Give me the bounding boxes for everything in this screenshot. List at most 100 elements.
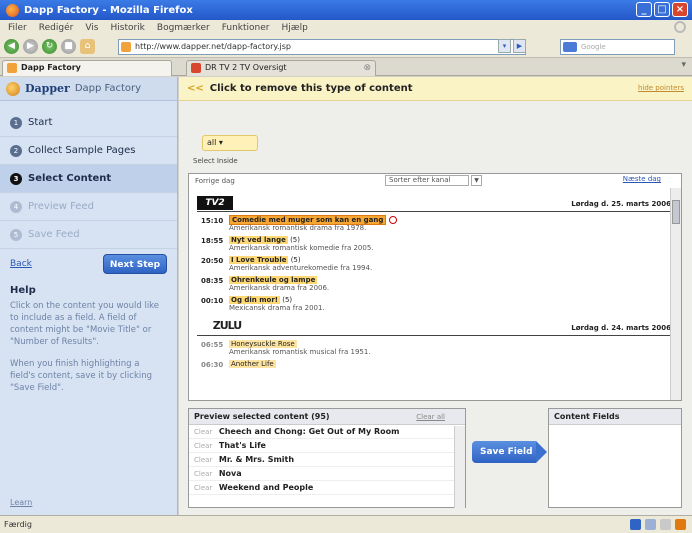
menu-history[interactable]: Historik bbox=[110, 23, 144, 33]
help-paragraph: When you finish highlighting a field's c… bbox=[10, 359, 153, 393]
go-icon[interactable]: ▶ bbox=[513, 39, 526, 53]
next-day-link[interactable]: Næste dag bbox=[623, 175, 661, 183]
page-preview-frame[interactable]: Forrige dag Sorter efter kanal ▼ Næste d… bbox=[188, 173, 682, 401]
list-item-text: Weekend and People bbox=[218, 483, 314, 492]
tab-dapp-factory[interactable]: Dapp Factory bbox=[2, 60, 172, 76]
step-label: Preview Feed bbox=[28, 201, 94, 212]
back-link[interactable]: Back bbox=[10, 259, 32, 269]
list-item[interactable]: Clear Mr. & Mrs. Smith bbox=[189, 453, 465, 467]
program-row[interactable]: 15:10 Comedie med muger som kan en gang … bbox=[189, 215, 681, 232]
tab-label: DR TV 2 TV Oversigt bbox=[205, 63, 287, 72]
list-item[interactable]: Clear Nova bbox=[189, 467, 465, 481]
program-row[interactable]: 06:55 Honeysuckle Rose Amerikansk romant… bbox=[189, 340, 681, 356]
addon-icon[interactable] bbox=[645, 519, 656, 530]
chevron-down-icon[interactable]: ▼ bbox=[471, 175, 482, 186]
stop-icon[interactable]: ■ bbox=[61, 39, 76, 54]
navigation-toolbar: ◀ ▶ ↻ ■ ⌂ http://www.dapper.net/dapp-fac… bbox=[0, 36, 692, 58]
list-item[interactable]: Clear Cheech and Chong: Get Out of My Ro… bbox=[189, 425, 465, 439]
program-time: 20:50 bbox=[201, 257, 224, 265]
clear-item-link[interactable]: Clear bbox=[194, 484, 212, 492]
program-title[interactable]: Og din mor! bbox=[229, 296, 280, 304]
step-number-icon: 4 bbox=[10, 200, 22, 213]
program-desc[interactable]: Amerikansk romantisk musical fra 1951. bbox=[229, 348, 371, 356]
menu-file[interactable]: Filer bbox=[8, 23, 27, 33]
tab-list-icon[interactable]: ▾ bbox=[681, 60, 686, 70]
program-desc[interactable]: Mexicansk drama fra 2001. bbox=[229, 304, 325, 312]
url-bar[interactable]: http://www.dapper.net/dapp-factory.jsp bbox=[118, 39, 526, 55]
channel-date: Lørdag d. 24. marts 2006 bbox=[571, 324, 671, 332]
program-title[interactable]: I Love Trouble bbox=[229, 256, 289, 264]
program-desc[interactable]: Amerikansk drama fra 2006. bbox=[229, 284, 329, 292]
notice-arrows-icon: << bbox=[187, 83, 204, 94]
search-input[interactable]: Google bbox=[560, 39, 675, 55]
security-icon[interactable] bbox=[630, 519, 641, 530]
tab-close-icon[interactable]: ⊗ bbox=[363, 61, 371, 75]
program-desc[interactable]: Amerikansk romantisk drama fra 1978. bbox=[229, 224, 397, 232]
back-icon[interactable]: ◀ bbox=[4, 39, 19, 54]
program-row[interactable]: 06:30 Another Life bbox=[189, 360, 681, 369]
menu-tools[interactable]: Funktioner bbox=[222, 23, 270, 33]
minimize-icon[interactable]: _ bbox=[636, 2, 652, 17]
channel-date: Lørdag d. 25. marts 2006 bbox=[571, 200, 671, 208]
save-field-button[interactable]: Save Field bbox=[472, 441, 547, 463]
program-title[interactable]: Ohrenkeule og lampe bbox=[229, 276, 318, 284]
program-row[interactable]: 08:35 Ohrenkeule og lampe Amerikansk dra… bbox=[189, 276, 681, 292]
program-row[interactable]: 18:55 Nyt ved lange (5) Amerikansk roman… bbox=[189, 236, 681, 252]
reload-icon[interactable]: ↻ bbox=[42, 39, 57, 54]
preview-scrollbar[interactable] bbox=[454, 426, 465, 508]
step-select-content[interactable]: 3 Select Content bbox=[0, 165, 177, 193]
maximize-icon[interactable]: □ bbox=[654, 2, 670, 17]
search-engine-icon[interactable] bbox=[563, 42, 577, 52]
list-item[interactable]: Clear Weekend and People bbox=[189, 481, 465, 495]
home-icon[interactable]: ⌂ bbox=[80, 39, 95, 54]
program-title[interactable]: Nyt ved lange bbox=[229, 236, 288, 244]
previous-day-link[interactable]: Forrige dag bbox=[195, 177, 235, 185]
clear-all-link[interactable]: Clear all bbox=[416, 409, 445, 425]
network-icon[interactable] bbox=[660, 519, 671, 530]
program-time: 06:55 bbox=[201, 341, 224, 349]
brand-name: Dapper bbox=[25, 82, 70, 95]
close-icon[interactable]: × bbox=[672, 2, 688, 17]
pointer-icon bbox=[388, 216, 397, 224]
tab-tv-oversigt[interactable]: DR TV 2 TV Oversigt ⊗ bbox=[186, 60, 376, 76]
selector-dropdown[interactable]: all ▾ bbox=[202, 135, 258, 151]
step-label: Start bbox=[28, 117, 53, 128]
content-fields-title: Content Fields bbox=[549, 409, 681, 425]
clear-item-link[interactable]: Clear bbox=[194, 456, 212, 464]
step-number-icon: 2 bbox=[10, 144, 22, 157]
firefox-icon bbox=[6, 3, 19, 17]
status-text: Færdig bbox=[4, 520, 32, 529]
forward-icon[interactable]: ▶ bbox=[23, 39, 38, 54]
scrollbar-thumb[interactable] bbox=[672, 200, 680, 224]
firefox-status-icon[interactable] bbox=[675, 519, 686, 530]
program-desc[interactable]: Amerikansk adventurekomedie fra 1994. bbox=[229, 264, 372, 272]
dapper-logo-icon bbox=[6, 81, 20, 96]
clear-item-link[interactable]: Clear bbox=[194, 442, 212, 450]
notice-text: Click to remove this type of content bbox=[209, 83, 413, 94]
frame-scrollbar[interactable] bbox=[670, 188, 681, 400]
menu-bookmarks[interactable]: Bogmærker bbox=[157, 23, 210, 33]
step-preview-feed: 4 Preview Feed bbox=[0, 193, 177, 221]
program-row[interactable]: 20:50 I Love Trouble (5) Amerikansk adve… bbox=[189, 256, 681, 272]
status-bar: Færdig bbox=[0, 515, 692, 533]
list-item[interactable]: Clear That's Life bbox=[189, 439, 465, 453]
program-title[interactable]: Another Life bbox=[229, 360, 276, 368]
clear-item-link[interactable]: Clear bbox=[194, 428, 212, 436]
clear-item-link[interactable]: Clear bbox=[194, 470, 212, 478]
step-collect-sample-pages[interactable]: 2 Collect Sample Pages bbox=[0, 137, 177, 165]
program-info: Honeysuckle Rose Amerikansk romantisk mu… bbox=[229, 340, 371, 356]
sort-select[interactable]: Sorter efter kanal bbox=[385, 175, 469, 186]
menu-edit[interactable]: Redigér bbox=[39, 23, 74, 33]
hide-pointers-link[interactable]: hide pointers bbox=[638, 84, 684, 92]
step-start[interactable]: 1 Start bbox=[0, 109, 177, 137]
learn-more-link[interactable]: Learn bbox=[10, 498, 32, 507]
next-step-button[interactable]: Next Step bbox=[103, 254, 167, 274]
menu-help[interactable]: Hjælp bbox=[282, 23, 308, 33]
remove-content-notice[interactable]: << Click to remove this type of content … bbox=[179, 77, 692, 101]
search-placeholder: Google bbox=[581, 43, 606, 51]
program-title[interactable]: Honeysuckle Rose bbox=[229, 340, 297, 348]
menu-view[interactable]: Vis bbox=[85, 23, 98, 33]
program-desc[interactable]: Amerikansk romantisk komedie fra 2005. bbox=[229, 244, 374, 252]
dropdown-icon[interactable]: ▾ bbox=[498, 39, 511, 53]
program-row[interactable]: 00:10 Og din mor! (5) Mexicansk drama fr… bbox=[189, 296, 681, 312]
